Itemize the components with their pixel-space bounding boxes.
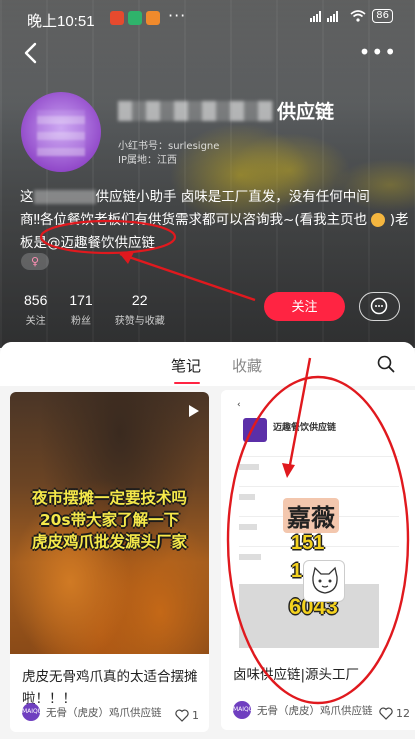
like-button[interactable]: 1 xyxy=(175,709,199,722)
bio-line-2: 商‼各位餐饮老板们有供货需求都可以咨询我~(看我主页也 )老 xyxy=(20,212,409,228)
like-count: 1 xyxy=(192,709,199,722)
tab-bar: 笔记 收藏 xyxy=(0,342,415,386)
profile-stats: 856 关注 171 粉丝 22 获赞与收藏 xyxy=(24,292,165,327)
stat-likes-collections[interactable]: 22 获赞与收藏 xyxy=(115,292,165,327)
profile-bio: 这供应链小助手 卤味是工厂直发，没有任何中间 商‼各位餐饮老板们有供货需求都可以… xyxy=(20,186,409,255)
message-button[interactable] xyxy=(359,292,400,321)
watermark-number: 1 xyxy=(291,560,303,582)
cover-logo xyxy=(243,418,267,442)
video-play-icon xyxy=(189,405,199,417)
note-author[interactable]: MAIQU 无骨（虎皮）鸡爪供应链 xyxy=(22,703,162,721)
like-button[interactable]: 12 xyxy=(379,707,410,720)
gender-badge: ♀ xyxy=(21,253,49,270)
chat-icon xyxy=(370,297,388,315)
author-avatar: MAIQU xyxy=(22,703,42,721)
watermark-name: 嘉薇 xyxy=(283,498,339,533)
status-time: 晚上10:51 xyxy=(27,13,95,30)
author-avatar: MAIQU xyxy=(233,701,253,719)
cover-text-line: 虎皮鸡爪批发源头厂家 xyxy=(31,533,187,551)
bio-line-3: 板是@迈趣餐饮供应链 xyxy=(20,232,400,255)
status-bar: 晚上10:51 ··· 86 xyxy=(0,0,415,36)
note-cover-image[interactable]: ‹ 迈趣餐饮供应链 嘉薇 151 1 6043 xyxy=(221,390,415,652)
cat-sticker-icon xyxy=(303,560,345,602)
search-icon[interactable] xyxy=(377,355,395,373)
xiaohongshu-id: 小红书号：surlesigne xyxy=(118,141,220,152)
tab-notes[interactable]: 笔记 xyxy=(171,355,201,384)
cover-text-line: 夜市摆摊一定要技术吗 xyxy=(31,489,187,507)
battery-icon: 86 xyxy=(372,9,393,23)
content-panel: 笔记 收藏 夜市摆摊一定要技术吗 20s带大家了解一下 虎皮鸡爪批发源头厂家 虎… xyxy=(0,342,415,739)
follow-button[interactable]: 关注 xyxy=(264,292,345,321)
note-author[interactable]: MAIQU 无骨（虎皮）鸡爪供应链 xyxy=(233,701,373,719)
cover-back-icon: ‹ xyxy=(237,400,241,410)
heart-icon xyxy=(175,709,189,722)
smile-emoji-icon xyxy=(371,213,386,227)
shield-notification-icon xyxy=(128,11,142,25)
profile-avatar[interactable] xyxy=(21,92,101,172)
app-notification-icon-2 xyxy=(146,11,160,25)
stat-followers[interactable]: 171 粉丝 xyxy=(69,292,92,327)
app-notification-icon xyxy=(110,11,124,25)
profile-name-suffix: 供应链 xyxy=(277,101,335,123)
system-indicators: 86 xyxy=(310,9,393,23)
profile-name: 供应链 xyxy=(118,97,334,124)
stat-following[interactable]: 856 关注 xyxy=(24,292,47,327)
bio-redaction xyxy=(33,190,96,204)
bio-line-1: 这供应链小助手 卤味是工厂直发，没有任何中间 xyxy=(20,189,370,205)
note-card[interactable]: ‹ 迈趣餐饮供应链 嘉薇 151 1 6043 卤味供应链|源头工厂 MAIQU… xyxy=(221,390,415,730)
tab-favorites[interactable]: 收藏 xyxy=(232,355,262,376)
more-notifications-icon: ··· xyxy=(168,6,187,25)
more-options-icon[interactable]: ••• xyxy=(359,40,397,64)
like-count: 12 xyxy=(396,707,410,720)
back-arrow-icon[interactable] xyxy=(20,40,42,66)
note-title[interactable]: 卤味供应链|源头工厂 xyxy=(233,664,411,686)
note-cover-image[interactable]: 夜市摆摊一定要技术吗 20s带大家了解一下 虎皮鸡爪批发源头厂家 xyxy=(10,392,209,654)
cover-text-line: 20s带大家了解一下 xyxy=(39,511,180,529)
signal-icon xyxy=(310,11,339,22)
note-card[interactable]: 夜市摆摊一定要技术吗 20s带大家了解一下 虎皮鸡爪批发源头厂家 虎皮无骨鸡爪真… xyxy=(10,392,209,732)
name-redaction xyxy=(118,100,273,121)
watermark-number: 151 xyxy=(291,532,325,554)
wifi-icon xyxy=(350,10,366,22)
cover-header-text: 迈趣餐饮供应链 xyxy=(273,423,337,433)
mention-link[interactable]: 板是@迈趣餐饮供应链 xyxy=(20,235,155,251)
heart-icon xyxy=(379,707,393,720)
ip-location: IP属地：江西 xyxy=(118,155,177,166)
